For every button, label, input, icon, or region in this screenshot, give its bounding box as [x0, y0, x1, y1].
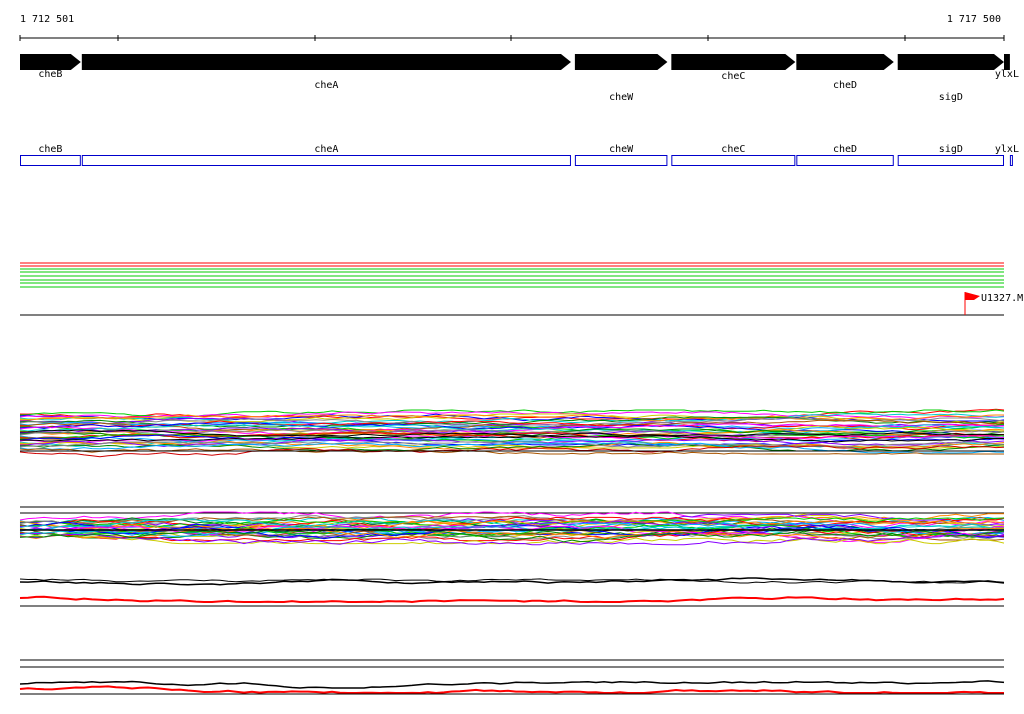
gene-arrow — [671, 54, 796, 70]
gene-box-label: cheA — [314, 144, 338, 155]
summary-signal-track-2 — [19, 659, 1005, 695]
gene-box — [81, 155, 571, 166]
gene-box — [1009, 155, 1013, 166]
gene-arrow — [1004, 54, 1010, 70]
gene-box — [671, 155, 796, 166]
gene-box-track: cheB cheA cheW cheC cheD sigD ylxL — [20, 144, 1019, 166]
gene-box-label: cheB — [38, 144, 62, 155]
gene-arrow-label: cheW — [609, 92, 634, 103]
gene-arrow — [81, 54, 571, 70]
flat-signal-track — [20, 262, 1004, 316]
multi-sample-signal-track — [19, 408, 1005, 458]
gene-arrow-label: cheC — [721, 71, 745, 82]
coordinate-ruler — [19, 35, 1005, 41]
gene-arrow — [897, 54, 1004, 70]
gene-box — [574, 155, 668, 166]
genome-browser-canvas[interactable]: cheBcheAcheWcheCcheDsigDylxL cheB cheA che… — [0, 0, 1024, 714]
gene-arrow — [20, 54, 81, 70]
gene-arrow-label: cheA — [314, 80, 338, 91]
marker-label: U1327.M — [981, 293, 1023, 304]
gene-arrow-label: sigD — [939, 92, 963, 103]
gene-arrow — [796, 54, 894, 70]
gene-arrow-track: cheB cheA cheW cheC cheD sigD ylxL — [20, 54, 1019, 103]
gene-box-label: sigD — [939, 144, 963, 155]
gene-box-label: ylxL — [995, 144, 1019, 155]
gene-box — [20, 155, 81, 166]
marker-track: U1327.M — [964, 292, 1023, 315]
gene-arrow — [574, 54, 668, 70]
gene-box-label: cheW — [609, 144, 634, 155]
gene-box — [796, 155, 894, 166]
summary-signal-line — [19, 685, 1004, 695]
summary-signal-line — [19, 595, 1005, 604]
summary-signal-line — [19, 680, 1005, 689]
gene-box-label: cheD — [833, 144, 857, 155]
gene-arrow-label: cheD — [833, 80, 857, 91]
multi-sample-signal-track-2 — [19, 506, 1005, 546]
marker-flag-icon — [965, 292, 980, 300]
summary-signal-track — [19, 577, 1005, 607]
gene-arrow-label: ylxL — [995, 69, 1019, 80]
gene-box-label: cheC — [721, 144, 745, 155]
gene-arrow-label: cheB — [38, 69, 62, 80]
gene-box — [897, 155, 1004, 166]
